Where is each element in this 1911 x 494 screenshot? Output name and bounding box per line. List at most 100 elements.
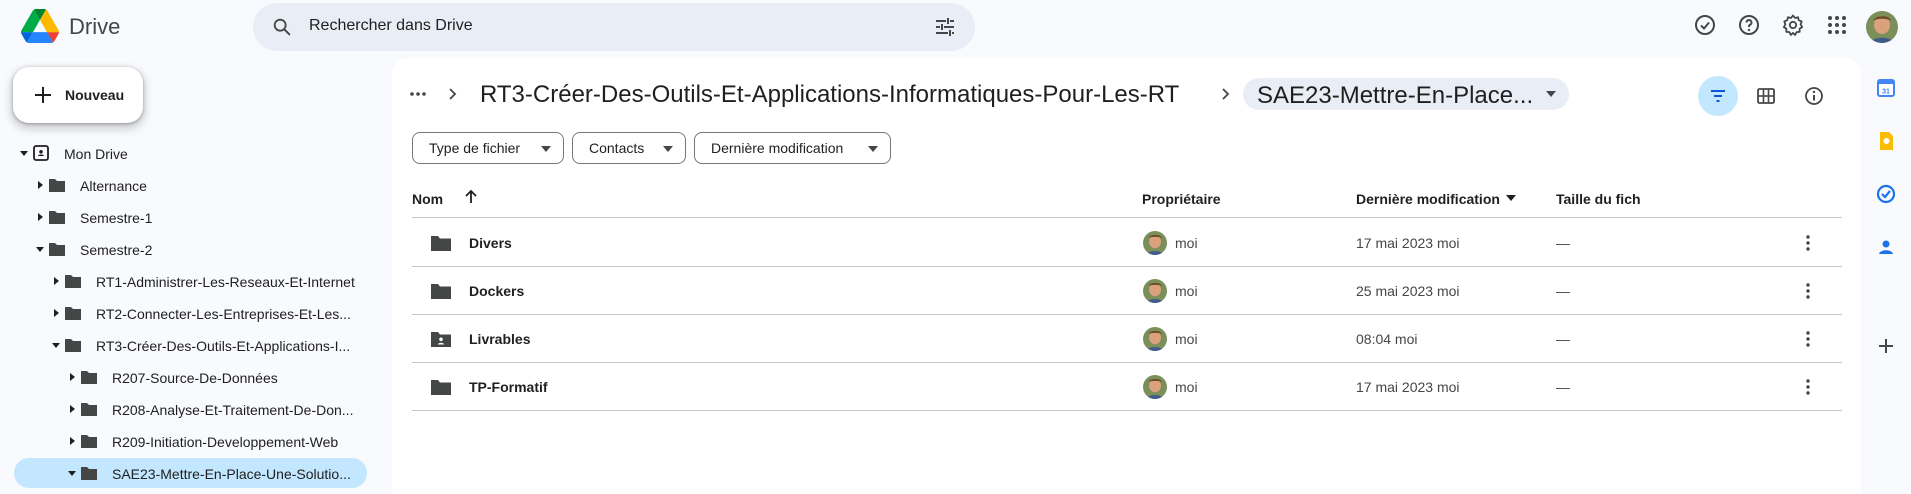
filter-last-modified[interactable]: Dernière modification bbox=[694, 132, 891, 164]
caret-right-icon[interactable] bbox=[66, 371, 78, 383]
table-row[interactable]: TP-Formatif moi 17 mai 2023 moi — bbox=[412, 363, 1842, 411]
column-header-size[interactable]: Taille du fich bbox=[1556, 191, 1641, 207]
owner-name: moi bbox=[1175, 283, 1198, 299]
caret-right-icon[interactable] bbox=[34, 179, 46, 191]
more-horizontal-icon[interactable] bbox=[408, 84, 428, 104]
column-header-owner[interactable]: Propriétaire bbox=[1142, 191, 1221, 207]
shared-folder-icon bbox=[431, 332, 451, 347]
drive-logo-icon[interactable] bbox=[21, 9, 59, 43]
caret-down-icon[interactable] bbox=[1506, 195, 1516, 201]
folder-icon bbox=[81, 435, 97, 448]
more-vertical-icon[interactable] bbox=[1798, 329, 1818, 349]
breadcrumb-current-label: SAE23-Mettre-En-Place... bbox=[1257, 82, 1534, 109]
tasks-icon[interactable] bbox=[1876, 184, 1896, 204]
chevron-right-icon bbox=[449, 88, 457, 100]
new-button[interactable]: Nouveau bbox=[13, 67, 143, 123]
owner-avatar bbox=[1143, 231, 1167, 255]
calendar-icon[interactable]: 31 bbox=[1876, 78, 1896, 98]
ready-for-offline-icon[interactable] bbox=[1693, 13, 1717, 37]
search-bar[interactable] bbox=[253, 3, 975, 51]
filter-toggle-button[interactable] bbox=[1698, 76, 1738, 116]
caret-right-icon[interactable] bbox=[50, 307, 62, 319]
filter-contacts[interactable]: Contacts bbox=[572, 132, 686, 164]
more-vertical-icon[interactable] bbox=[1798, 377, 1818, 397]
tree-item[interactable]: Mon Drive bbox=[0, 138, 380, 170]
caret-right-icon[interactable] bbox=[66, 435, 78, 447]
breadcrumb-current-folder[interactable]: SAE23-Mettre-En-Place... bbox=[1243, 78, 1569, 110]
caret-down-icon[interactable] bbox=[18, 147, 30, 159]
owner-name: moi bbox=[1175, 379, 1198, 395]
folder-icon bbox=[81, 467, 97, 480]
file-name[interactable]: Divers bbox=[469, 235, 512, 251]
tree-item-label: RT3-Créer-Des-Outils-Et-Applications-I..… bbox=[96, 338, 351, 354]
grid-view-button[interactable] bbox=[1746, 76, 1786, 116]
folder-icon bbox=[65, 275, 81, 288]
folder-icon bbox=[49, 211, 65, 224]
grid-view-icon bbox=[1757, 88, 1775, 104]
top-bar: Drive bbox=[0, 0, 1911, 54]
contacts-icon[interactable] bbox=[1876, 237, 1896, 257]
file-name[interactable]: Livrables bbox=[469, 331, 530, 347]
tree-item[interactable]: Alternance bbox=[0, 170, 380, 202]
column-header-name[interactable]: Nom bbox=[412, 191, 443, 207]
modified-date: 08:04 moi bbox=[1356, 331, 1418, 347]
caret-right-icon[interactable] bbox=[66, 403, 78, 415]
tree-item[interactable]: RT2-Connecter-Les-Entreprises-Et-Les... bbox=[0, 298, 380, 330]
table-row[interactable]: Divers moi 17 mai 2023 moi — bbox=[412, 219, 1842, 267]
caret-down-icon bbox=[1546, 91, 1556, 97]
settings-icon[interactable] bbox=[1781, 13, 1805, 37]
new-button-label: Nouveau bbox=[65, 87, 125, 103]
tree-item-label: RT2-Connecter-Les-Entreprises-Et-Les... bbox=[96, 306, 351, 322]
filter-file-type-label: Type de fichier bbox=[429, 140, 521, 156]
tree-item[interactable]: R207-Source-De-Données bbox=[0, 362, 380, 394]
search-input[interactable] bbox=[309, 17, 869, 35]
more-vertical-icon[interactable] bbox=[1798, 281, 1818, 301]
breadcrumb-parent[interactable]: RT3-Créer-Des-Outils-Et-Applications-Inf… bbox=[480, 81, 1179, 109]
tree-item-label: Mon Drive bbox=[64, 146, 128, 162]
file-name[interactable]: TP-Formatif bbox=[469, 379, 548, 395]
keep-icon[interactable] bbox=[1876, 131, 1896, 151]
breadcrumb: RT3-Créer-Des-Outils-Et-Applications-Inf… bbox=[392, 74, 1861, 116]
tree-item[interactable]: R209-Initiation-Developpement-Web bbox=[0, 426, 380, 458]
plus-icon bbox=[35, 87, 51, 103]
caret-right-icon[interactable] bbox=[50, 275, 62, 287]
caret-down-icon[interactable] bbox=[66, 467, 78, 479]
column-header-modified[interactable]: Dernière modification bbox=[1356, 191, 1500, 207]
apps-grid-icon[interactable] bbox=[1825, 13, 1849, 37]
tree-item-label: R209-Initiation-Developpement-Web bbox=[112, 434, 339, 450]
tree-item[interactable]: RT1-Administrer-Les-Reseaux-Et-Internet bbox=[0, 266, 380, 298]
help-icon[interactable] bbox=[1737, 13, 1761, 37]
sort-ascending-arrow-icon[interactable] bbox=[462, 188, 480, 206]
caret-down-icon[interactable] bbox=[34, 243, 46, 255]
folder-icon bbox=[431, 380, 451, 395]
caret-down-icon[interactable] bbox=[50, 339, 62, 351]
add-plus-icon[interactable] bbox=[1876, 336, 1896, 356]
details-button[interactable] bbox=[1794, 76, 1834, 116]
tree-item-label: RT1-Administrer-Les-Reseaux-Et-Internet bbox=[96, 274, 355, 290]
folder-icon bbox=[81, 371, 97, 384]
tree-item[interactable]: SAE23-Mettre-En-Place-Une-Solutio... bbox=[0, 458, 380, 490]
tree-item[interactable]: Semestre-1 bbox=[0, 202, 380, 234]
caret-down-icon bbox=[541, 146, 551, 152]
chevron-right-icon bbox=[1222, 88, 1230, 100]
folder-icon bbox=[65, 339, 81, 352]
tree-item[interactable]: R208-Analyse-Et-Traitement-De-Don... bbox=[0, 394, 380, 426]
tree-item[interactable]: RT3-Créer-Des-Outils-Et-Applications-I..… bbox=[0, 330, 380, 362]
search-options-icon[interactable] bbox=[933, 15, 957, 39]
folder-icon bbox=[49, 243, 65, 256]
table-row[interactable]: Dockers moi 25 mai 2023 moi — bbox=[412, 267, 1842, 315]
filter-contacts-label: Contacts bbox=[589, 140, 645, 156]
more-vertical-icon[interactable] bbox=[1798, 233, 1818, 253]
folder-icon bbox=[431, 284, 451, 299]
account-avatar[interactable] bbox=[1866, 11, 1898, 43]
owner-name: moi bbox=[1175, 331, 1198, 347]
caret-down-icon bbox=[868, 146, 878, 152]
caret-right-icon[interactable] bbox=[34, 211, 46, 223]
table-row[interactable]: Livrables moi 08:04 moi — bbox=[412, 315, 1842, 363]
modified-date: 17 mai 2023 moi bbox=[1356, 379, 1460, 395]
file-name[interactable]: Dockers bbox=[469, 283, 524, 299]
app-name[interactable]: Drive bbox=[69, 14, 120, 40]
filter-file-type[interactable]: Type de fichier bbox=[412, 132, 564, 164]
tree-item[interactable]: Semestre-2 bbox=[0, 234, 380, 266]
search-icon[interactable] bbox=[271, 16, 293, 38]
